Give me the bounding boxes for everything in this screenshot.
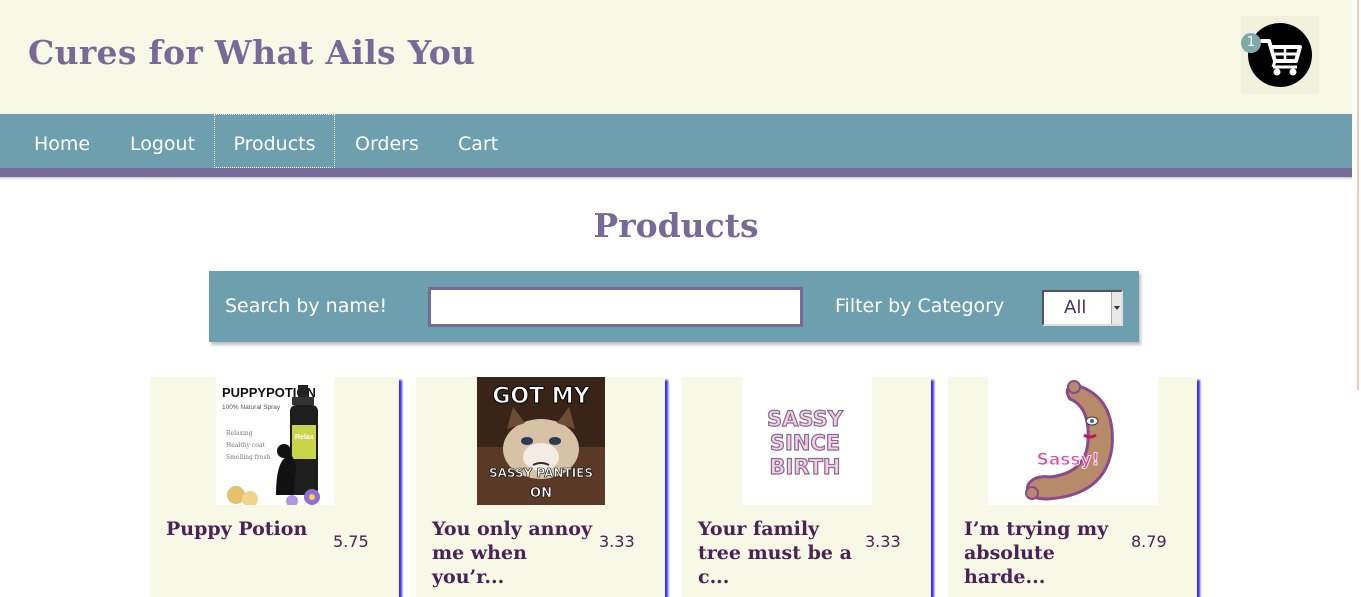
category-select-value: All <box>1064 297 1087 318</box>
category-select[interactable]: All <box>1042 290 1123 326</box>
page: Cures for What Ails You 1 Home Logout Pr… <box>0 0 1352 597</box>
image-text-tagline: 100% Natural Spray <box>222 404 281 411</box>
image-text-sassy: Sassy! <box>1037 450 1100 470</box>
image-text-healthy-coat: Healthy coat <box>226 442 265 449</box>
nav-item-products[interactable]: Products <box>214 114 335 168</box>
image-text-birth: BIRTH <box>770 455 841 479</box>
product-image-puppy-potion[interactable]: PUPPYPOTION 100% Natural Spray Relaxing … <box>216 377 334 505</box>
nav-underline <box>0 168 1352 177</box>
image-text-middle: SASSY PANTIES <box>489 466 593 480</box>
product-image-sassy-since-birth[interactable]: SASSY SINCE BIRTH <box>742 377 872 505</box>
product-card[interactable]: Sassy! I’m trying my absolute harde... 8… <box>948 377 1197 597</box>
product-card[interactable]: SASSY SINCE BIRTH Your family tree must … <box>682 377 931 597</box>
product-card[interactable]: GOT MY SASSY PANTIES ON You only annoy m… <box>416 377 665 597</box>
image-text-top: GOT MY <box>492 384 590 409</box>
image-text-since: SINCE <box>770 431 840 455</box>
cart-button[interactable] <box>1248 23 1312 87</box>
image-text-relax: Relax <box>295 434 314 441</box>
site-header: Cures for What Ails You 1 <box>0 0 1352 114</box>
main-nav: Home Logout Products Orders Cart <box>0 114 1352 168</box>
product-price: 5.75 <box>333 532 369 551</box>
nav-item-cart[interactable]: Cart <box>458 114 498 168</box>
product-name: I’m trying my absolute harde... <box>964 518 1109 588</box>
cart-count-badge: 1 <box>1241 33 1261 53</box>
image-text-fresh: Smelling fresh <box>226 454 270 461</box>
product-image-sassy-sausage[interactable]: Sassy! <box>988 377 1158 505</box>
product-price: 8.79 <box>1131 532 1167 551</box>
image-text-bottom: ON <box>530 486 552 501</box>
product-name: Your family tree must be a c... <box>698 518 852 588</box>
nav-item-orders[interactable]: Orders <box>355 114 419 168</box>
product-image-grumpy-cat[interactable]: GOT MY SASSY PANTIES ON <box>477 377 605 505</box>
shopping-cart-icon <box>1260 39 1302 76</box>
search-input[interactable] <box>428 287 803 327</box>
product-price: 3.33 <box>599 532 635 551</box>
product-price: 3.33 <box>865 532 901 551</box>
dropdown-arrow-icon[interactable] <box>1111 292 1121 324</box>
nav-item-logout[interactable]: Logout <box>130 114 195 168</box>
nav-item-home[interactable]: Home <box>34 114 90 168</box>
scrollbar-thumb[interactable] <box>1357 0 1359 390</box>
filter-label: Filter by Category <box>835 295 1005 317</box>
cart-widget: 1 <box>1241 16 1319 94</box>
page-title: Products <box>593 206 759 245</box>
nav-shadow <box>0 177 1352 180</box>
product-card[interactable]: PUPPYPOTION 100% Natural Spray Relaxing … <box>150 377 399 597</box>
image-text-relaxing: Relaxing <box>226 430 253 437</box>
image-text-sassy: SASSY <box>767 407 844 431</box>
product-name: You only annoy me when you’r... <box>432 518 593 588</box>
search-filter-bar: Search by name! Filter by Category All <box>209 271 1139 342</box>
search-label: Search by name! <box>225 295 388 317</box>
site-title: Cures for What Ails You <box>28 33 476 72</box>
product-name: Puppy Potion <box>166 518 308 540</box>
